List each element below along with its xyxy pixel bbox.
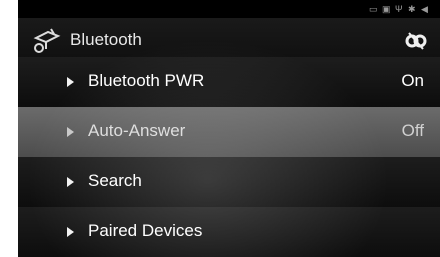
menu-item-search[interactable]: Search [18,157,440,208]
menu-item-value: Off [401,121,424,140]
notification-icon: ▭ [369,3,378,14]
sim-icon: ▣ [382,3,391,14]
bluetooth-status-icon: ✱ [408,3,416,14]
menu-item-value: On [401,71,424,90]
volume-icon: ◀ [421,3,428,14]
menu-item-bluetooth-pwr[interactable]: Bluetooth PWR On [18,57,440,108]
status-icons: ▭ ▣ Ψ ✱ ◀ [369,3,430,15]
usb-icon: Ψ [395,3,403,14]
chevron-right-icon [67,227,74,237]
menu-item-label: Paired Devices [88,221,203,240]
chevron-right-icon [67,177,74,187]
app-frame: ▭ ▣ Ψ ✱ ◀ Bluetooth Bluetooth PWR On Aut… [18,0,440,257]
status-bar: ▭ ▣ Ψ ✱ ◀ [18,0,440,18]
bluetooth-app-icon [33,28,61,53]
menu-item-label: Auto-Answer [88,121,186,140]
menu-item-label: Bluetooth PWR [88,71,205,90]
menu-item-auto-answer[interactable]: Auto-Answer Off [18,107,440,158]
menu-item-paired-devices[interactable]: Paired Devices [18,207,440,257]
chevron-right-icon [67,77,74,87]
link-icon[interactable] [404,29,428,53]
chevron-right-icon [67,127,74,137]
menu-item-label: Search [88,171,142,190]
page-title: Bluetooth [70,30,142,49]
